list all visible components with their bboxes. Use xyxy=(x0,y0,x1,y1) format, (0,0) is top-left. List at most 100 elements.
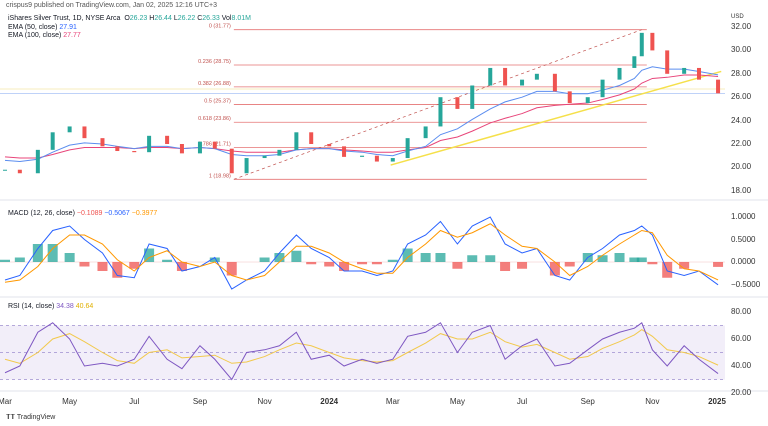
macd-histogram-bar xyxy=(97,262,108,271)
candle xyxy=(455,97,460,109)
candle xyxy=(534,73,539,80)
candle xyxy=(503,67,508,86)
candle xyxy=(244,158,249,174)
rsi-axis-label: 40.00 xyxy=(731,361,752,370)
macd-histogram-bar xyxy=(387,259,398,262)
price-axis-label: 26.00 xyxy=(731,92,752,102)
macd-histogram-bar xyxy=(564,262,575,267)
time-axis-label: Nov xyxy=(645,397,660,406)
candle xyxy=(585,97,590,104)
macd-histogram-bar xyxy=(0,259,10,262)
tradingview-logo[interactable]: 𝐓𝐓 TradingView xyxy=(6,414,55,422)
macd-histogram-bar xyxy=(371,262,382,265)
logo-text: TradingView xyxy=(16,414,56,421)
macd-histogram-bar xyxy=(549,262,560,276)
rsi-axis-label: 60.00 xyxy=(731,334,752,343)
chart-canvas[interactable]: 0 (31.77) 0.236 (28.75) 0.382 (26.88) 0.5 (… xyxy=(0,0,768,426)
candle xyxy=(197,141,202,154)
candle xyxy=(696,67,701,80)
macd-histogram-bar xyxy=(162,259,173,262)
candle xyxy=(100,138,105,147)
price-axis-label: 32.00 xyxy=(731,22,752,31)
macd-histogram-bar xyxy=(597,255,608,262)
candle xyxy=(212,141,217,149)
macd-histogram-bar xyxy=(420,253,431,262)
price-axis-label: 28.00 xyxy=(731,68,752,78)
fib-level-label: 0.236 (28.75) xyxy=(198,59,231,65)
macd-histogram-bar xyxy=(144,248,155,262)
candle xyxy=(520,79,525,86)
price-axis-label: 30.00 xyxy=(731,45,752,55)
candle xyxy=(665,50,670,74)
macd-signal-line xyxy=(4,223,719,283)
macd-histogram-bar xyxy=(306,262,317,265)
candle xyxy=(277,149,282,156)
candle xyxy=(488,67,493,86)
macd-axis-label: 0.0000 xyxy=(731,257,756,266)
time-axis-label: May xyxy=(449,397,465,406)
time-axis-label: Mar xyxy=(0,397,12,406)
macd-histogram-bar xyxy=(64,253,75,262)
time-axis-label: May xyxy=(62,397,78,406)
candle xyxy=(567,91,572,104)
candle xyxy=(374,155,379,162)
candle xyxy=(3,169,7,171)
macd-histogram-bar xyxy=(713,262,724,267)
tradingview-chart: crispus9 published on TradingView.com, J… xyxy=(0,0,768,426)
candle xyxy=(342,146,347,157)
candle xyxy=(309,132,314,144)
time-axis-label: Jul xyxy=(516,397,528,406)
time-axis-label: 2024 xyxy=(320,397,339,406)
fib-level-label: 0.382 (26.88) xyxy=(198,81,231,87)
price-axis-label: 24.00 xyxy=(731,115,752,125)
time-axis-label: 2025 xyxy=(708,397,726,406)
rsi-axis-label: 80.00 xyxy=(731,307,752,316)
candle xyxy=(50,132,55,150)
rsi-axis-label: 20.00 xyxy=(731,388,752,397)
macd-histogram-bar xyxy=(500,262,511,271)
candle xyxy=(115,146,120,152)
macd-histogram-bar xyxy=(357,262,368,265)
fib-level-label: 0.5 (25.37) xyxy=(204,99,231,105)
time-axis-label: Jul xyxy=(129,397,140,406)
macd-histogram-bar xyxy=(647,262,658,265)
macd-histogram-bar xyxy=(467,255,478,262)
candle xyxy=(438,97,443,127)
candle xyxy=(470,85,475,109)
macd-histogram-bar xyxy=(517,262,528,269)
candle xyxy=(35,149,40,174)
candle xyxy=(262,155,267,159)
candle xyxy=(639,32,644,57)
price-axis-label: 20.00 xyxy=(731,162,752,172)
macd-histogram-bar xyxy=(435,253,446,262)
macd-histogram-bar xyxy=(259,257,270,262)
candle xyxy=(179,144,184,154)
macd-histogram-bar xyxy=(614,253,625,262)
macd-histogram-bar xyxy=(485,255,496,262)
candle xyxy=(600,79,605,98)
candle xyxy=(82,126,87,139)
candle xyxy=(165,135,170,144)
candle xyxy=(716,79,721,94)
candle xyxy=(132,151,137,153)
candle xyxy=(360,155,365,157)
candle xyxy=(423,126,428,139)
candle xyxy=(405,138,410,159)
price-axis-label: 18.00 xyxy=(731,185,752,195)
macd-axis-label: 1.0000 xyxy=(731,212,756,221)
price-axis-label: 22.00 xyxy=(731,139,752,148)
time-axis-label: Sep xyxy=(192,397,208,406)
time-axis-label: Sep xyxy=(580,397,595,406)
candle xyxy=(67,126,72,133)
candle xyxy=(327,144,332,147)
candle xyxy=(229,148,234,174)
macd-histogram-bar xyxy=(636,257,647,262)
macd-axis-label: 0.5000 xyxy=(731,234,756,244)
candle xyxy=(147,135,152,153)
candle xyxy=(632,56,637,68)
candle xyxy=(650,32,655,51)
candle xyxy=(390,158,395,162)
candle xyxy=(617,67,622,80)
macd-histogram-bar xyxy=(452,262,463,269)
fib-level-label: 0.618 (23.86) xyxy=(198,116,231,122)
